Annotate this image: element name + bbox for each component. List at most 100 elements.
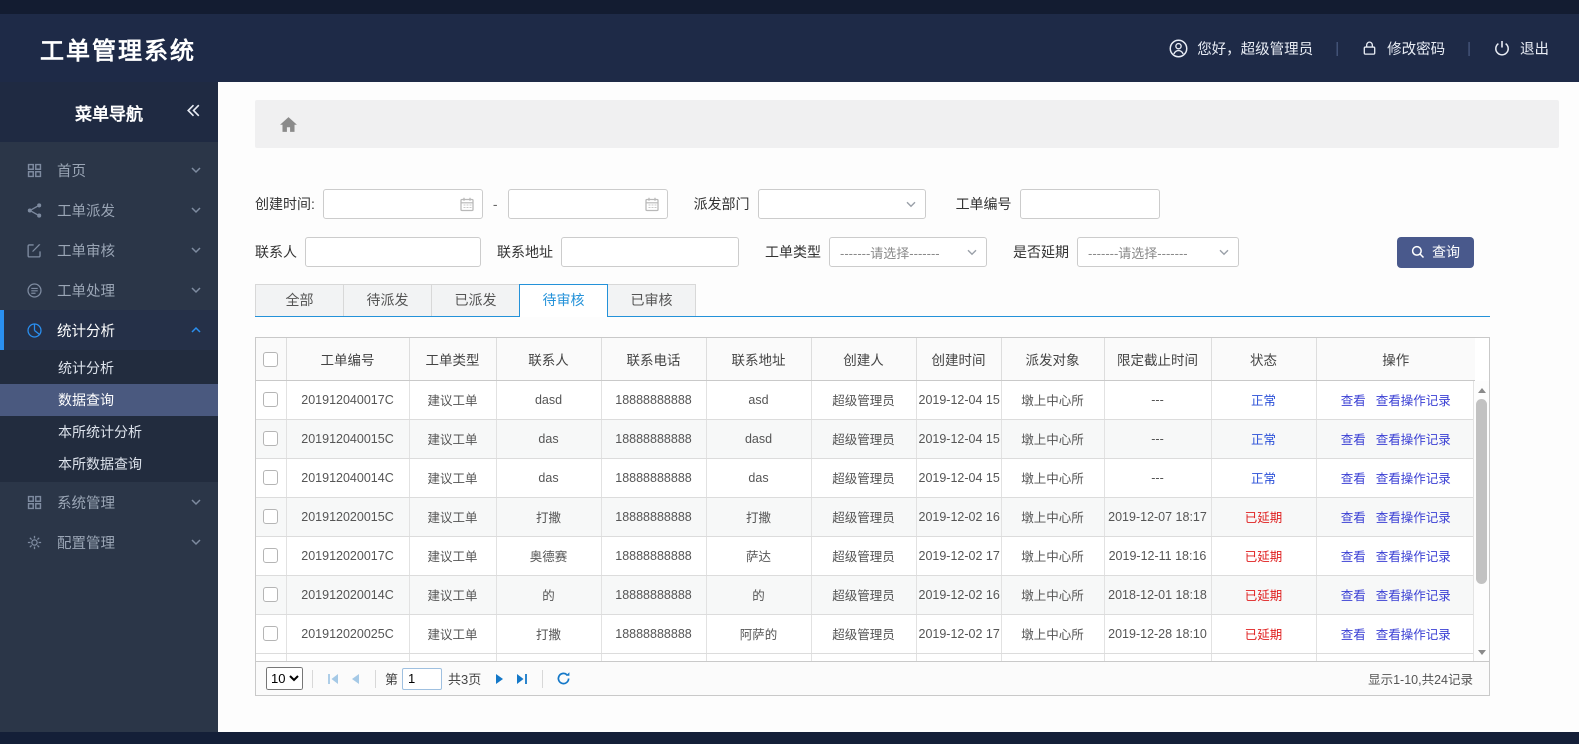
is-delayed-label: 是否延期 bbox=[1013, 244, 1069, 260]
sidebar-subitem-data-query[interactable]: 数据查询 bbox=[0, 384, 218, 416]
pagination-divider bbox=[375, 669, 376, 688]
select-all-checkbox[interactable] bbox=[263, 351, 279, 367]
dispatch-dept-select[interactable] bbox=[757, 189, 926, 219]
view-link[interactable]: 查看 bbox=[1341, 472, 1366, 486]
chevron-down-icon bbox=[190, 536, 202, 548]
breadcrumb bbox=[255, 100, 1559, 148]
view-link[interactable]: 查看 bbox=[1341, 550, 1366, 564]
change-password-link[interactable]: 修改密码 bbox=[1361, 38, 1445, 59]
lock-icon bbox=[1361, 39, 1378, 57]
table-scrollbar[interactable] bbox=[1473, 381, 1489, 661]
search-icon bbox=[1411, 245, 1425, 259]
sidebar-item-system-mgmt[interactable]: 系统管理 bbox=[0, 482, 218, 522]
scroll-up-icon[interactable] bbox=[1474, 383, 1489, 397]
search-button[interactable]: 查询 bbox=[1397, 236, 1474, 268]
row-checkbox[interactable] bbox=[263, 392, 279, 408]
scroll-down-icon[interactable] bbox=[1474, 645, 1489, 659]
column-header: 限定截止时间 bbox=[1104, 338, 1212, 381]
column-header: 派发对象 bbox=[1001, 338, 1105, 381]
tab-reviewed[interactable]: 已审核 bbox=[607, 284, 696, 316]
cell-order-type: 建议工单 bbox=[409, 419, 497, 459]
cell-created-time: 2019-12-02 17 bbox=[916, 536, 1002, 576]
tab-to-review[interactable]: 待审核 bbox=[519, 284, 608, 317]
logout-link[interactable]: 退出 bbox=[1493, 38, 1549, 59]
column-header: 状态 bbox=[1211, 338, 1317, 381]
view-records-link[interactable]: 查看操作记录 bbox=[1376, 433, 1451, 447]
chevron-down-icon bbox=[1218, 246, 1230, 258]
view-records-link[interactable]: 查看操作记录 bbox=[1376, 511, 1451, 525]
order-type-value: -------请选择------- bbox=[840, 245, 940, 261]
created-from-input[interactable] bbox=[322, 189, 483, 219]
last-page-button[interactable] bbox=[511, 668, 533, 690]
row-checkbox[interactable] bbox=[263, 509, 279, 525]
column-header: 创建人 bbox=[811, 338, 917, 381]
tab-dispatched[interactable]: 已派发 bbox=[431, 284, 520, 316]
row-checkbox[interactable] bbox=[263, 587, 279, 603]
is-delayed-select[interactable]: -------请选择------- bbox=[1077, 237, 1239, 267]
view-records-link[interactable]: 查看操作记录 bbox=[1376, 628, 1451, 642]
created-to-input[interactable] bbox=[507, 189, 668, 219]
first-page-button[interactable] bbox=[322, 668, 344, 690]
sidebar-item-stats-analysis[interactable]: 统计分析 bbox=[0, 310, 218, 350]
user-icon bbox=[1169, 39, 1188, 58]
row-checkbox[interactable] bbox=[263, 470, 279, 486]
view-records-link[interactable]: 查看操作记录 bbox=[1376, 472, 1451, 486]
contact-input[interactable] bbox=[305, 237, 481, 267]
chevron-down-icon bbox=[190, 204, 202, 216]
order-no-input[interactable] bbox=[1019, 189, 1160, 219]
table-header-row: 工单编号 工单类型 联系人 联系电话 联系地址 创建人 创建时间 派发对象 限定截止时间 状态 操作 bbox=[256, 338, 1475, 381]
page-input[interactable] bbox=[402, 667, 443, 690]
page-size-select[interactable]: 10 bbox=[266, 667, 303, 690]
sidebar-item-order-process[interactable]: 工单处理 bbox=[0, 270, 218, 310]
sidebar-item-order-review[interactable]: 工单审核 bbox=[0, 230, 218, 270]
status-text: 已延期 bbox=[1244, 628, 1283, 642]
sidebar-item-config-mgmt[interactable]: 配置管理 bbox=[0, 522, 218, 562]
view-records-link[interactable]: 查看操作记录 bbox=[1376, 589, 1451, 603]
row-checkbox[interactable] bbox=[263, 431, 279, 447]
address-label: 联系地址 bbox=[497, 244, 553, 260]
row-checkbox[interactable] bbox=[263, 548, 279, 564]
prev-page-button[interactable] bbox=[344, 668, 366, 690]
refresh-button[interactable] bbox=[552, 668, 574, 690]
sidebar-item-order-dispatch[interactable]: 工单派发 bbox=[0, 190, 218, 230]
cell-order-no: 201912020015C bbox=[286, 497, 410, 537]
power-icon bbox=[1493, 39, 1511, 57]
pagination-bar: 10 第 共3页 bbox=[255, 662, 1490, 696]
cell-deadline: 2018-12-01 18:18 bbox=[1104, 575, 1212, 615]
sidebar: 菜单导航 首页 工单派发 工单审核 工单处理 统计分析 统计分析 数据查询 本所统计分析 本所数… bbox=[0, 82, 218, 732]
sidebar-subitem-office-stats-analysis[interactable]: 本所统计分析 bbox=[0, 416, 218, 448]
sidebar-menu: 首页 工单派发 工单审核 工单处理 统计分析 统计分析 数据查询 本所统计分析 本所数据查询 系统… bbox=[0, 142, 218, 562]
view-link[interactable]: 查看 bbox=[1341, 628, 1366, 642]
column-header: 联系电话 bbox=[601, 338, 707, 381]
next-page-button[interactable] bbox=[489, 668, 511, 690]
view-link[interactable]: 查看 bbox=[1341, 589, 1366, 603]
header-divider: | bbox=[1467, 39, 1471, 57]
sidebar-subitem-stats-analysis[interactable]: 统计分析 bbox=[0, 352, 218, 384]
cell-dispatch-target: 墩上中心所 bbox=[1001, 497, 1105, 537]
sidebar-subitem-office-data-query[interactable]: 本所数据查询 bbox=[0, 448, 218, 480]
chevron-down-icon bbox=[190, 284, 202, 296]
view-records-link[interactable]: 查看操作记录 bbox=[1376, 550, 1451, 564]
tab-all[interactable]: 全部 bbox=[255, 284, 344, 316]
view-link[interactable]: 查看 bbox=[1341, 511, 1366, 525]
cell-phone: 18888888888 bbox=[601, 614, 707, 654]
view-link[interactable]: 查看 bbox=[1341, 433, 1366, 447]
row-checkbox[interactable] bbox=[263, 626, 279, 642]
sidebar-item-label: 工单处理 bbox=[57, 283, 115, 300]
collapse-sidebar-icon[interactable] bbox=[185, 103, 202, 123]
main-content: 创建时间: - 派发部门 工单编号 联系人 联系地址 工单类型 -------请… bbox=[218, 82, 1579, 732]
scrollbar-thumb[interactable] bbox=[1476, 399, 1487, 584]
chevron-down-icon bbox=[905, 198, 917, 210]
user-greeting[interactable]: 您好，超级管理员 bbox=[1169, 38, 1313, 59]
table-row: 201912020014C 建议工单的 18888888888 的超级管理员 2019-… bbox=[256, 575, 1475, 615]
order-type-select[interactable]: -------请选择------- bbox=[829, 237, 987, 267]
view-link[interactable]: 查看 bbox=[1341, 394, 1366, 408]
address-input[interactable] bbox=[561, 237, 739, 267]
cell-order-type: 建议工单 bbox=[409, 536, 497, 576]
tab-to-dispatch[interactable]: 待派发 bbox=[343, 284, 432, 316]
home-icon[interactable] bbox=[279, 116, 298, 133]
cell-order-type: 建议工单 bbox=[409, 497, 497, 537]
sidebar-item-home[interactable]: 首页 bbox=[0, 150, 218, 190]
view-records-link[interactable]: 查看操作记录 bbox=[1376, 394, 1451, 408]
gear-icon bbox=[24, 532, 44, 552]
